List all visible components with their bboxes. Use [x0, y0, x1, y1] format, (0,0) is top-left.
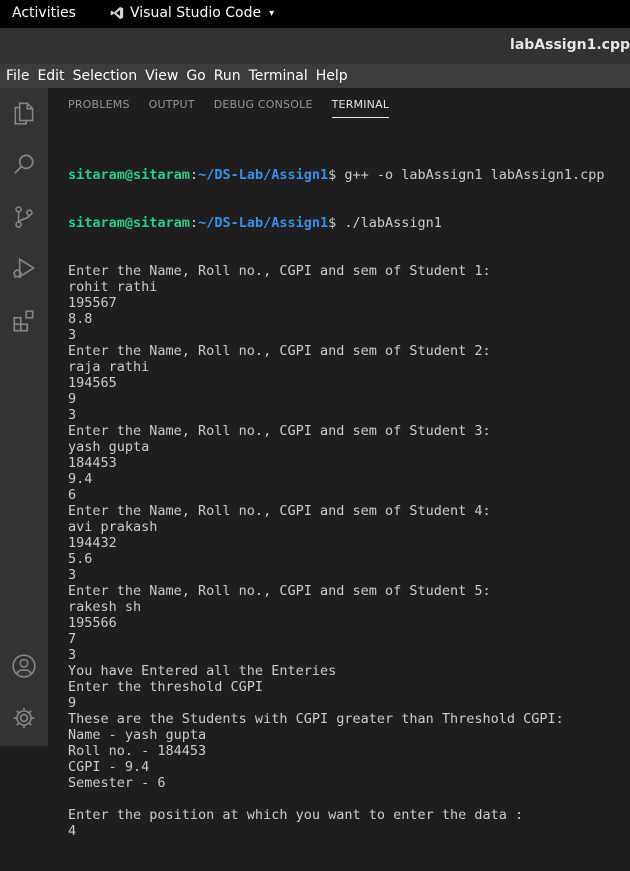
- terminal-line: 3: [68, 647, 77, 663]
- prompt-dollar: $: [328, 167, 345, 183]
- terminal-line: Enter the position at which you want to …: [68, 807, 524, 823]
- menu-selection[interactable]: Selection: [73, 68, 138, 84]
- prompt-path: ~/DS-Lab/Assign1: [198, 167, 329, 183]
- terminal-line: 195566: [68, 615, 117, 631]
- menu-bar: File Edit Selection View Go Run Terminal…: [0, 64, 630, 88]
- terminal-line: 9.4: [68, 471, 93, 487]
- terminal-line: raja rathi: [68, 359, 150, 375]
- menu-run[interactable]: Run: [214, 68, 241, 84]
- terminal-line: 9: [68, 391, 77, 407]
- manage-button[interactable]: [0, 694, 48, 742]
- tab-terminal[interactable]: TERMINAL: [331, 98, 390, 118]
- explorer-button[interactable]: [0, 89, 48, 137]
- activity-bar: [0, 88, 48, 746]
- prompt-colon: :: [189, 215, 199, 231]
- source-control-button[interactable]: [0, 193, 48, 241]
- terminal-line: 7: [68, 631, 77, 647]
- menu-help[interactable]: Help: [316, 68, 348, 84]
- terminal-line: 6: [68, 487, 77, 503]
- account-icon: [12, 654, 36, 678]
- terminal-line: 5.6: [68, 551, 93, 567]
- accounts-button[interactable]: [0, 642, 48, 690]
- terminal-line: Enter the Name, Roll no., CGPI and sem o…: [68, 263, 491, 279]
- prompt-user: sitaram@sitaram: [68, 215, 190, 231]
- run-debug-button[interactable]: [0, 244, 48, 292]
- terminal-panel: PROBLEMS OUTPUT DEBUG CONSOLE TERMINAL s…: [48, 88, 630, 839]
- terminal-line: 8.8: [68, 311, 93, 327]
- tab-debug-console[interactable]: DEBUG CONSOLE: [214, 98, 313, 118]
- terminal-line: Enter the Name, Roll no., CGPI and sem o…: [68, 583, 491, 599]
- terminal-line: 194432: [68, 535, 117, 551]
- terminal-output-lines: Enter the Name, Roll no., CGPI and sem o…: [68, 263, 628, 839]
- activities-button[interactable]: Activities: [12, 5, 76, 21]
- search-button[interactable]: [0, 140, 48, 188]
- extensions-icon: [13, 310, 34, 332]
- terminal-line: You have Entered all the Enteries: [68, 663, 337, 679]
- terminal-line: Enter the threshold CGPI: [68, 679, 264, 695]
- window-title-bar: labAssign1.cpp: [0, 28, 630, 64]
- terminal-line: rakesh sh: [68, 599, 142, 615]
- terminal-command-line: sitaram@sitaram:~/DS-Lab/Assign1$ ./labA…: [68, 215, 628, 231]
- terminal-line: CGPI - 9.4: [68, 759, 150, 775]
- terminal-line: Semester - 6: [68, 775, 166, 791]
- terminal-line: 3: [68, 407, 77, 423]
- terminal-line: 4: [68, 823, 77, 839]
- menu-view[interactable]: View: [145, 68, 178, 84]
- prompt-user: sitaram@sitaram: [68, 167, 190, 183]
- terminal-line: 194565: [68, 375, 117, 391]
- tab-problems[interactable]: PROBLEMS: [68, 98, 130, 118]
- terminal-line: 9: [68, 695, 77, 711]
- source-control-icon: [15, 206, 33, 228]
- app-menu-button[interactable]: Visual Studio Code ▾: [110, 5, 274, 21]
- terminal-line: 3: [68, 327, 77, 343]
- terminal-line: yash gupta: [68, 439, 150, 455]
- menu-file[interactable]: File: [6, 68, 29, 84]
- prompt-dollar: $: [328, 215, 345, 231]
- extensions-button[interactable]: [0, 297, 48, 345]
- window-title: labAssign1.cpp: [510, 37, 630, 53]
- terminal-line: rohit rathi: [68, 279, 158, 295]
- terminal-command-line: sitaram@sitaram:~/DS-Lab/Assign1$ g++ -o…: [68, 167, 628, 183]
- terminal-output[interactable]: sitaram@sitaram:~/DS-Lab/Assign1$ g++ -o…: [68, 135, 628, 871]
- terminal-line: 184453: [68, 455, 117, 471]
- search-icon: [14, 154, 34, 174]
- menu-edit[interactable]: Edit: [37, 68, 64, 84]
- vscode-icon: [110, 6, 124, 20]
- command-text: g++ -o labAssign1 labAssign1.cpp: [344, 167, 605, 183]
- terminal-line: Name - yash gupta: [68, 727, 207, 743]
- terminal-line: These are the Students with CGPI greater…: [68, 711, 564, 727]
- terminal-line: Roll no. - 184453: [68, 743, 207, 759]
- prompt-path: ~/DS-Lab/Assign1: [198, 215, 329, 231]
- menu-terminal[interactable]: Terminal: [249, 68, 308, 84]
- terminal-line: 3: [68, 567, 77, 583]
- chevron-down-icon: ▾: [269, 7, 275, 19]
- app-name: Visual Studio Code: [130, 5, 262, 21]
- menu-go[interactable]: Go: [186, 68, 205, 84]
- run-debug-icon: [13, 257, 36, 279]
- settings-gear-icon: [13, 707, 35, 729]
- terminal-line: Enter the Name, Roll no., CGPI and sem o…: [68, 423, 491, 439]
- tab-output[interactable]: OUTPUT: [149, 98, 195, 118]
- terminal-line: Enter the Name, Roll no., CGPI and sem o…: [68, 343, 491, 359]
- terminal-line: avi prakash: [68, 519, 158, 535]
- terminal-line: Enter the Name, Roll no., CGPI and sem o…: [68, 503, 491, 519]
- prompt-colon: :: [189, 167, 199, 183]
- terminal-line: 195567: [68, 295, 117, 311]
- system-top-bar: Activities Visual Studio Code ▾: [0, 0, 630, 28]
- command-text: ./labAssign1: [344, 215, 442, 231]
- panel-tabs: PROBLEMS OUTPUT DEBUG CONSOLE TERMINAL: [68, 98, 408, 118]
- files-icon: [14, 102, 34, 125]
